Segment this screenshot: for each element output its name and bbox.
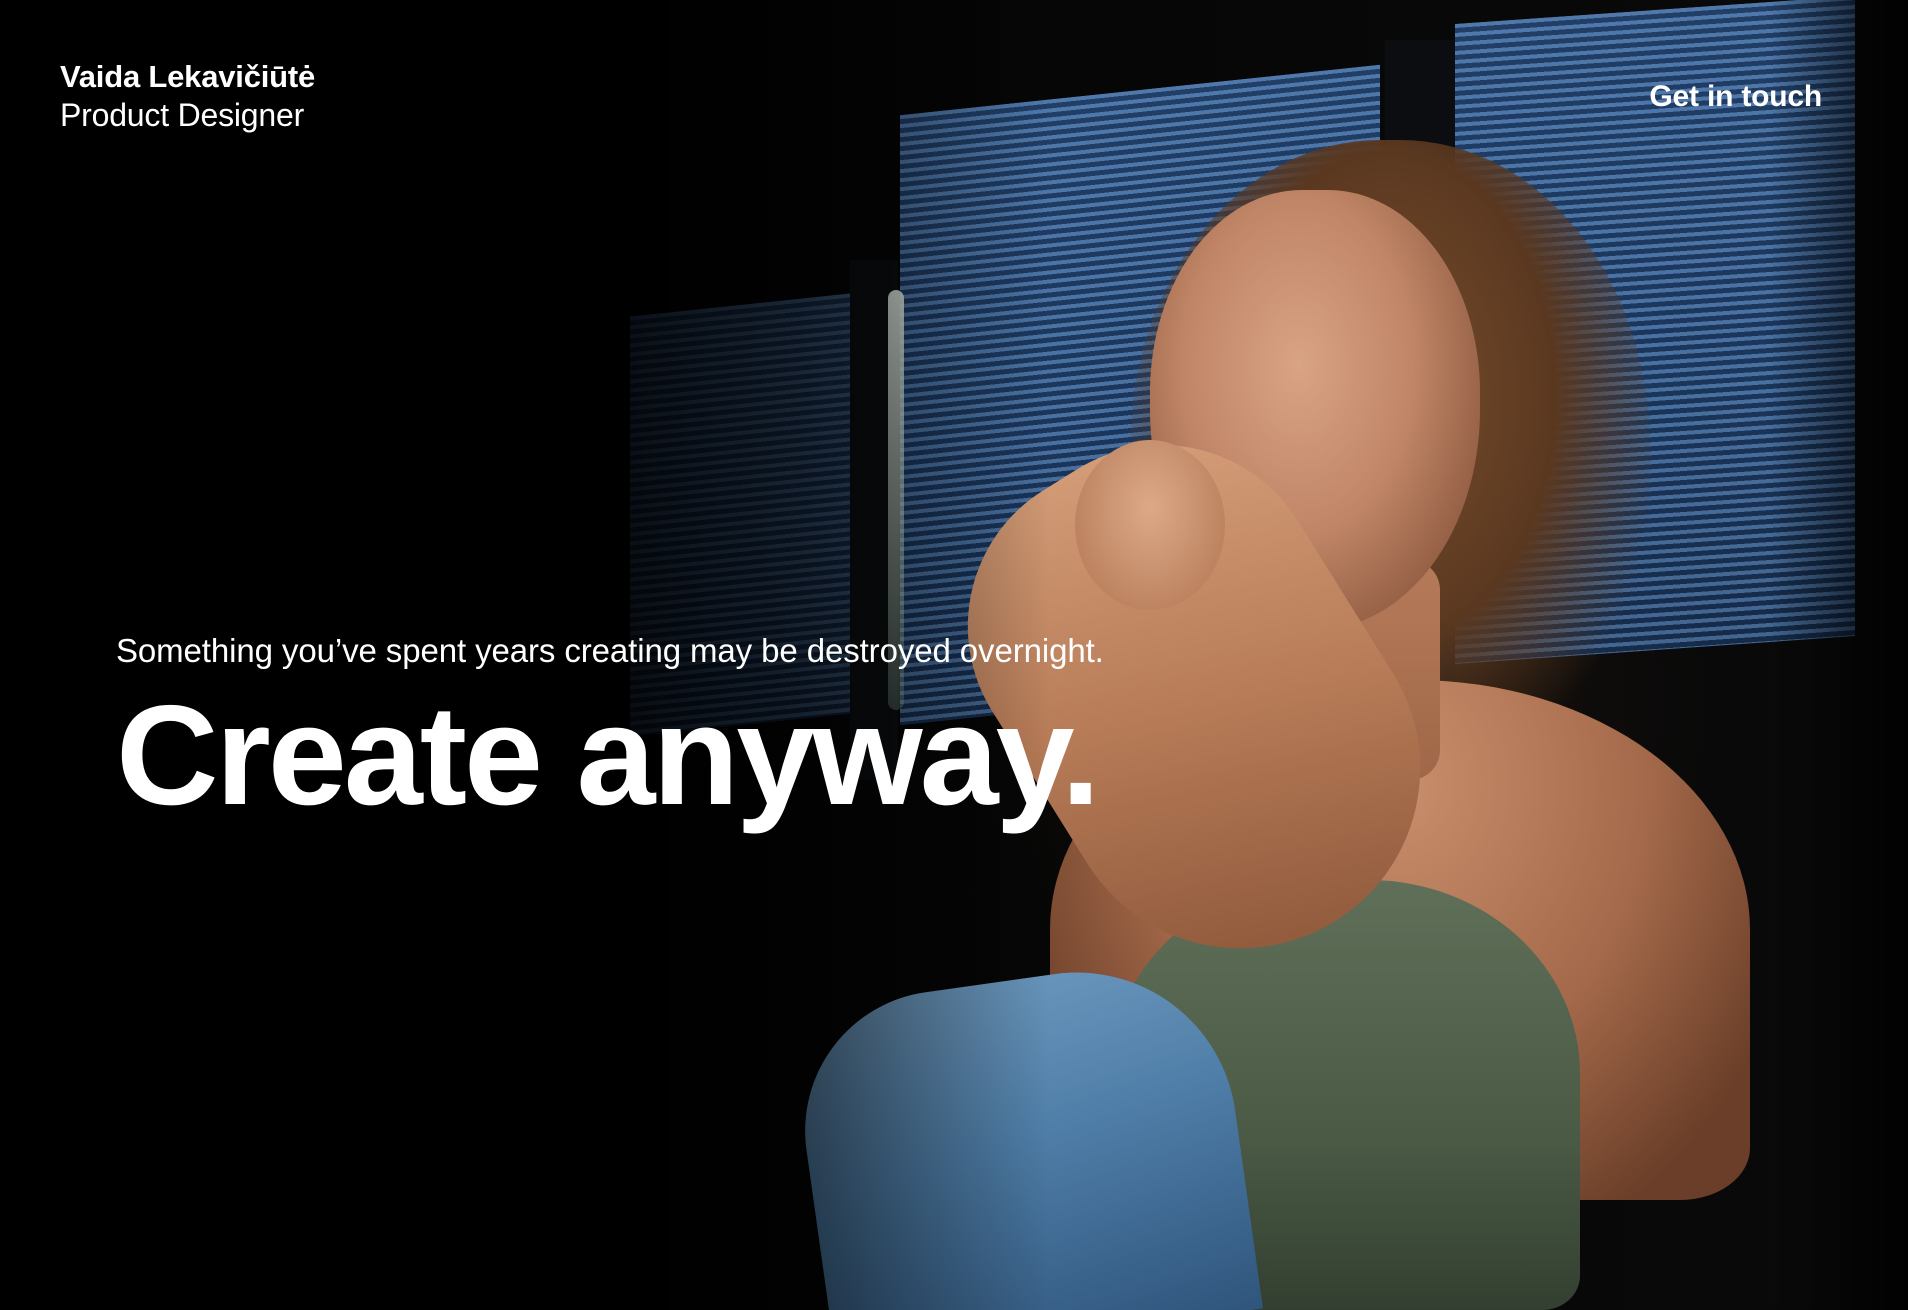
hero-subtitle: Something you’ve spent years creating ma… [116, 632, 1104, 669]
brand-role: Product Designer [60, 97, 305, 133]
landing-page: Vaida Lekavičiūtė Product Designer Get i… [0, 0, 1908, 1310]
right-dark-overlay [1768, 0, 1908, 1310]
hero-section: Something you’ve spent years creating ma… [116, 630, 1104, 835]
brand-name: Vaida Lekavičiūtė [60, 59, 316, 94]
brand[interactable]: Vaida Lekavičiūtė Product Designer [60, 58, 315, 134]
hero-title: Create anyway. [116, 676, 1100, 835]
site-header: Vaida Lekavičiūtė Product Designer Get i… [60, 58, 1822, 134]
get-in-touch-link[interactable]: Get in touch [1649, 80, 1822, 114]
